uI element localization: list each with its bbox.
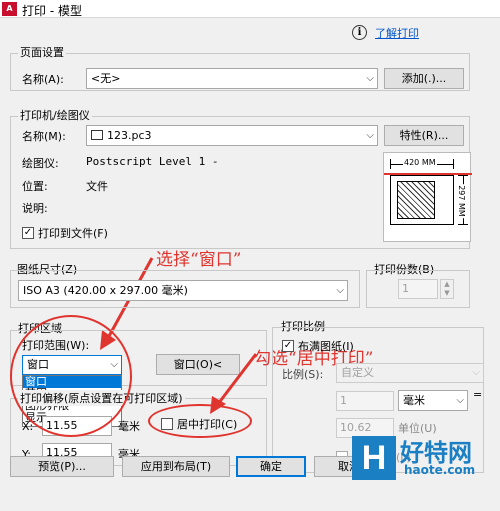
copies-stepper[interactable]: ▲ ▼ — [440, 279, 454, 299]
preview-hatched-area — [397, 181, 435, 219]
haote-logo: H — [352, 436, 396, 480]
plot-to-file-label: 打印到文件(F) — [38, 227, 108, 240]
red-arrow-icon — [210, 353, 258, 414]
paper-size-select[interactable]: ISO A3 (420.00 x 297.00 毫米) ⌵ — [18, 280, 348, 301]
page-setup-group-label: 页面设置 — [18, 44, 66, 60]
fit-to-paper-checkbox[interactable]: ✓ — [282, 340, 294, 352]
preview-width-label: 420 MM — [403, 158, 437, 168]
scale-select[interactable]: 自定义 ⌵ — [336, 363, 484, 383]
plotter-value: Postscript Level 1 - — [86, 155, 219, 168]
where-value: 文件 — [86, 180, 108, 193]
title-bar: A 打印 - 模型 — [0, 0, 500, 18]
info-icon: i — [352, 25, 367, 40]
haote-logo-letter: H — [361, 439, 387, 477]
chevron-down-icon: ⌵ — [336, 285, 344, 296]
page-setup-name-label: 名称(A): — [22, 73, 64, 86]
chevron-down-icon: ⌵ — [366, 130, 374, 141]
equals-sign: = — [473, 388, 483, 401]
printer-name-value: 123.pc3 — [107, 129, 152, 142]
apply-to-layout-button[interactable]: 应用到布局(T) — [122, 456, 230, 477]
watermark-site-en: haote.com — [404, 463, 476, 477]
select-window-annotation: 选择“窗口” — [156, 250, 242, 270]
preview-width-dimension: 420 MM — [390, 158, 454, 169]
autocad-app-icon: A — [2, 2, 17, 16]
plot-to-file-checkbox[interactable]: ✓ — [22, 227, 34, 239]
add-page-setup-button[interactable]: 添加(.)... — [384, 68, 464, 89]
fit-to-paper-label: 布满图纸(I) — [298, 340, 354, 353]
printer-icon — [91, 130, 103, 140]
page-setup-name-select[interactable]: <无> ⌵ — [86, 68, 378, 89]
preview-button[interactable]: 预览(P)... — [10, 456, 114, 477]
chevron-down-icon: ⌵ — [472, 367, 480, 378]
paper-size-value: ISO A3 (420.00 x 297.00 毫米) — [23, 284, 188, 297]
paper-preview: 420 MM 297 MM — [383, 152, 472, 242]
printer-name-select[interactable]: 123.pc3 ⌵ — [86, 125, 378, 146]
printer-name-label: 名称(M): — [22, 130, 66, 143]
copies-input[interactable]: 1 — [398, 279, 438, 299]
window-title: 打印 - 模型 — [22, 4, 82, 18]
learn-printing-link[interactable]: 了解打印 — [375, 25, 419, 41]
plotter-label: 绘图仪: — [22, 157, 59, 170]
preview-height-dimension: 297 MM — [455, 175, 468, 225]
page-setup-name-value: <无> — [91, 72, 121, 85]
scale-label: 比例(S): — [282, 368, 324, 381]
scale-value: 自定义 — [341, 366, 374, 379]
printer-properties-button[interactable]: 特性(R)... — [384, 125, 464, 146]
preview-height-label: 297 MM — [455, 184, 466, 218]
chevron-down-icon: ⌵ — [366, 73, 374, 84]
offset-x-unit: 毫米 — [118, 420, 140, 433]
printer-group-label: 打印机/绘图仪 — [18, 107, 92, 123]
ok-button[interactable]: 确定 — [236, 456, 306, 477]
where-label: 位置: — [22, 180, 48, 193]
description-label: 说明: — [22, 202, 48, 215]
red-circle-highlight-dropdown — [10, 315, 132, 437]
preview-sheet — [390, 175, 454, 225]
scale-unit-select[interactable]: 毫米 ⌵ — [398, 390, 468, 411]
chevron-down-icon: ⌵ — [456, 395, 464, 406]
scale-unit-value: 毫米 — [403, 394, 425, 407]
scale-drawing-units-input[interactable]: 10.62 — [336, 418, 394, 438]
scale-paper-units-input[interactable]: 1 — [336, 391, 394, 411]
